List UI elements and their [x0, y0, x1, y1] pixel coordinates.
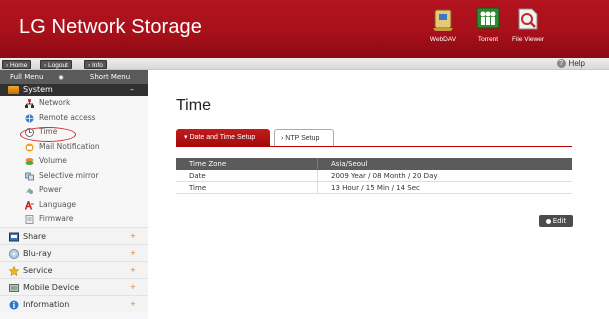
top-toolbar: › Home › Logout › Info ? Help: [0, 58, 609, 70]
sidebar-item-network[interactable]: Network: [0, 96, 148, 111]
expand-icon: +: [130, 282, 136, 291]
information-icon: [9, 300, 19, 309]
help-icon: ?: [556, 59, 566, 68]
logout-button[interactable]: › Logout: [40, 60, 72, 69]
page-title: Time: [176, 97, 211, 114]
home-button[interactable]: › Home: [2, 60, 32, 69]
torrent-icon: [476, 7, 500, 29]
tab-date-and-time-setup[interactable]: ▾ Date and Time Setup: [176, 129, 270, 146]
time-settings-table: Time Zone Asia/Seoul Date 2009 Year / 08…: [176, 158, 572, 194]
time-highlight-circle: [20, 127, 76, 142]
sidebar-item-language[interactable]: Language: [0, 198, 148, 213]
sidebar-item-mail-notification[interactable]: Mail Notification: [0, 140, 148, 155]
sidebar-item-firmware[interactable]: Firmware: [0, 212, 148, 227]
expand-icon: +: [130, 265, 136, 274]
webdav-icon: [433, 9, 453, 31]
sidebar-item-selective-mirror[interactable]: Selective mirror: [0, 169, 148, 184]
mirror-icon: [25, 172, 34, 180]
table-row: Date 2009 Year / 08 Month / 20 Day: [176, 170, 572, 182]
expand-icon: +: [130, 299, 136, 308]
mail-icon: [25, 143, 34, 151]
expand-icon: +: [130, 248, 136, 257]
sidebar: Full Menu◉ Short Menu◉ System – Network …: [0, 70, 148, 319]
expand-icon: +: [130, 231, 136, 240]
tab-ntp-setup[interactable]: › NTP Setup: [274, 129, 334, 146]
file-viewer-button[interactable]: File Viewer: [502, 6, 554, 50]
circle-icon: ◉: [58, 74, 64, 81]
volume-icon: [25, 158, 34, 165]
sidebar-category-service[interactable]: Service +: [0, 260, 148, 278]
sidebar-section-system[interactable]: System –: [0, 84, 148, 96]
sidebar-category-bluray[interactable]: Blu-ray +: [0, 243, 148, 261]
edit-icon: [545, 218, 551, 224]
sidebar-category-information[interactable]: Information +: [0, 294, 148, 312]
sidebar-item-power[interactable]: Power: [0, 183, 148, 198]
tab-underline: [176, 146, 572, 147]
remote-access-icon: [25, 114, 34, 122]
table-header-row: Time Zone Asia/Seoul: [176, 158, 572, 170]
edit-button[interactable]: Edit: [539, 215, 573, 227]
firmware-icon: [25, 215, 34, 224]
app-header: LG Network Storage WebDAV Torrent File V…: [0, 0, 609, 58]
full-menu-tab[interactable]: Full Menu ◉: [10, 73, 76, 81]
info-button[interactable]: › Info: [84, 60, 107, 69]
system-icon: [8, 86, 19, 94]
sidebar-category-share[interactable]: Share +: [0, 226, 148, 244]
collapse-icon: –: [130, 85, 134, 94]
network-icon: [25, 99, 34, 108]
bluray-icon: [9, 248, 19, 259]
power-icon: [26, 188, 33, 194]
mobile-device-icon: [9, 283, 19, 292]
file-viewer-icon: [518, 8, 538, 30]
sidebar-item-remote-access[interactable]: Remote access: [0, 111, 148, 126]
sidebar-category-mobile-device[interactable]: Mobile Device +: [0, 277, 148, 295]
service-icon: [9, 265, 19, 276]
help-button[interactable]: ? Help: [556, 59, 585, 69]
table-row: Time 13 Hour / 15 Min / 14 Sec: [176, 182, 572, 194]
sidebar-item-volume[interactable]: Volume: [0, 154, 148, 169]
menu-mode-tabs: Full Menu◉ Short Menu◉: [0, 70, 148, 96]
language-icon: [25, 200, 34, 210]
share-icon: [9, 232, 19, 241]
app-title: LG Network Storage: [19, 16, 202, 38]
